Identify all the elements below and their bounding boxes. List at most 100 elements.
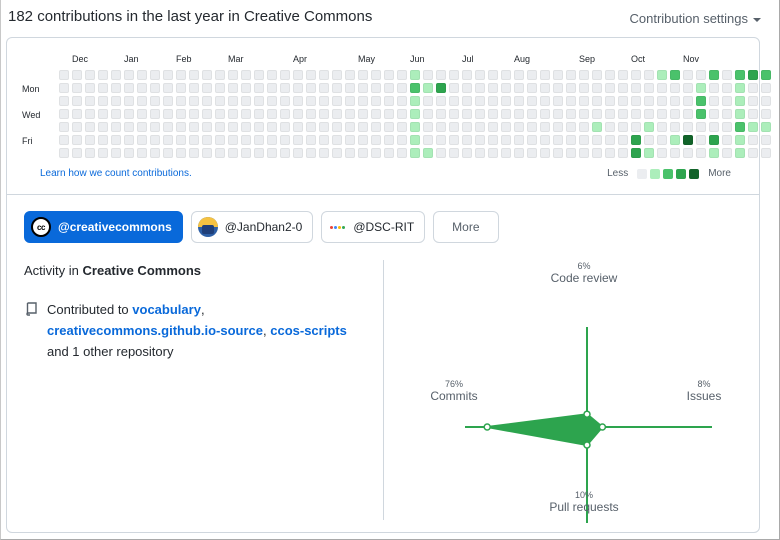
contribution-day[interactable]	[657, 109, 667, 119]
org-button-creativecommons[interactable]: cc @creativecommons	[24, 211, 183, 243]
contribution-day[interactable]	[566, 83, 576, 93]
contribution-day[interactable]	[293, 83, 303, 93]
contribution-day[interactable]	[371, 122, 381, 132]
contribution-day[interactable]	[670, 70, 680, 80]
contribution-day[interactable]	[657, 148, 667, 158]
contribution-day[interactable]	[644, 122, 654, 132]
contribution-day[interactable]	[566, 135, 576, 145]
contribution-day[interactable]	[319, 148, 329, 158]
contribution-day[interactable]	[280, 135, 290, 145]
contribution-day[interactable]	[722, 122, 732, 132]
contribution-day[interactable]	[540, 135, 550, 145]
contribution-day[interactable]	[410, 109, 420, 119]
repo-link-github-io-source[interactable]: creativecommons.github.io-source	[47, 323, 263, 338]
contribution-day[interactable]	[423, 96, 433, 106]
contribution-day[interactable]	[683, 109, 693, 119]
contribution-day[interactable]	[488, 96, 498, 106]
contribution-day[interactable]	[709, 135, 719, 145]
contribution-day[interactable]	[72, 122, 82, 132]
contribution-day[interactable]	[163, 83, 173, 93]
contribution-day[interactable]	[111, 109, 121, 119]
contribution-day[interactable]	[254, 109, 264, 119]
contribution-day[interactable]	[592, 70, 602, 80]
contribution-day[interactable]	[670, 135, 680, 145]
contribution-day[interactable]	[345, 70, 355, 80]
contribution-day[interactable]	[189, 135, 199, 145]
contribution-day[interactable]	[241, 109, 251, 119]
contribution-day[interactable]	[501, 135, 511, 145]
contribution-day[interactable]	[254, 135, 264, 145]
contribution-day[interactable]	[475, 109, 485, 119]
contribution-day[interactable]	[202, 122, 212, 132]
contribution-day[interactable]	[384, 109, 394, 119]
contribution-day[interactable]	[462, 135, 472, 145]
contribution-day[interactable]	[735, 83, 745, 93]
contribution-day[interactable]	[189, 70, 199, 80]
contribution-day[interactable]	[592, 109, 602, 119]
contribution-day[interactable]	[137, 135, 147, 145]
contribution-day[interactable]	[527, 109, 537, 119]
contribution-day[interactable]	[696, 135, 706, 145]
contribution-day[interactable]	[306, 109, 316, 119]
contribution-day[interactable]	[514, 70, 524, 80]
contribution-day[interactable]	[514, 122, 524, 132]
contribution-day[interactable]	[345, 83, 355, 93]
contribution-day[interactable]	[397, 109, 407, 119]
contribution-day[interactable]	[579, 96, 589, 106]
contribution-day[interactable]	[150, 70, 160, 80]
contribution-day[interactable]	[423, 83, 433, 93]
contribution-day[interactable]	[527, 148, 537, 158]
contribution-day[interactable]	[709, 96, 719, 106]
contribution-day[interactable]	[358, 122, 368, 132]
contribution-day[interactable]	[85, 70, 95, 80]
contribution-day[interactable]	[475, 83, 485, 93]
contribution-day[interactable]	[631, 70, 641, 80]
contribution-day[interactable]	[748, 109, 758, 119]
contribution-day[interactable]	[436, 70, 446, 80]
contribution-day[interactable]	[137, 96, 147, 106]
contribution-day[interactable]	[462, 122, 472, 132]
contribution-day[interactable]	[566, 70, 576, 80]
contribution-day[interactable]	[553, 122, 563, 132]
contribution-day[interactable]	[709, 109, 719, 119]
contribution-day[interactable]	[410, 148, 420, 158]
contribution-day[interactable]	[553, 148, 563, 158]
contribution-day[interactable]	[124, 109, 134, 119]
contribution-day[interactable]	[397, 135, 407, 145]
contribution-day[interactable]	[501, 109, 511, 119]
contribution-day[interactable]	[85, 135, 95, 145]
contribution-day[interactable]	[124, 135, 134, 145]
contribution-day[interactable]	[618, 70, 628, 80]
contribution-day[interactable]	[267, 135, 277, 145]
contribution-day[interactable]	[215, 148, 225, 158]
contribution-day[interactable]	[202, 109, 212, 119]
contribution-day[interactable]	[735, 96, 745, 106]
contribution-day[interactable]	[605, 135, 615, 145]
contribution-day[interactable]	[514, 135, 524, 145]
contribution-day[interactable]	[761, 135, 771, 145]
contribution-day[interactable]	[657, 122, 667, 132]
contribution-day[interactable]	[748, 148, 758, 158]
contribution-day[interactable]	[189, 83, 199, 93]
contribution-day[interactable]	[254, 122, 264, 132]
contribution-day[interactable]	[293, 70, 303, 80]
contribution-day[interactable]	[397, 122, 407, 132]
contribution-day[interactable]	[358, 96, 368, 106]
contribution-day[interactable]	[163, 109, 173, 119]
contribution-day[interactable]	[449, 96, 459, 106]
contribution-day[interactable]	[579, 109, 589, 119]
contribution-day[interactable]	[384, 83, 394, 93]
contribution-day[interactable]	[241, 148, 251, 158]
repo-link-vocabulary[interactable]: vocabulary	[132, 302, 201, 317]
contribution-day[interactable]	[631, 83, 641, 93]
contribution-day[interactable]	[267, 83, 277, 93]
contribution-day[interactable]	[735, 109, 745, 119]
contribution-day[interactable]	[202, 148, 212, 158]
contribution-day[interactable]	[761, 122, 771, 132]
contribution-day[interactable]	[501, 148, 511, 158]
contribution-day[interactable]	[280, 70, 290, 80]
contribution-day[interactable]	[397, 96, 407, 106]
contribution-day[interactable]	[553, 135, 563, 145]
contribution-day[interactable]	[540, 83, 550, 93]
contribution-day[interactable]	[696, 83, 706, 93]
